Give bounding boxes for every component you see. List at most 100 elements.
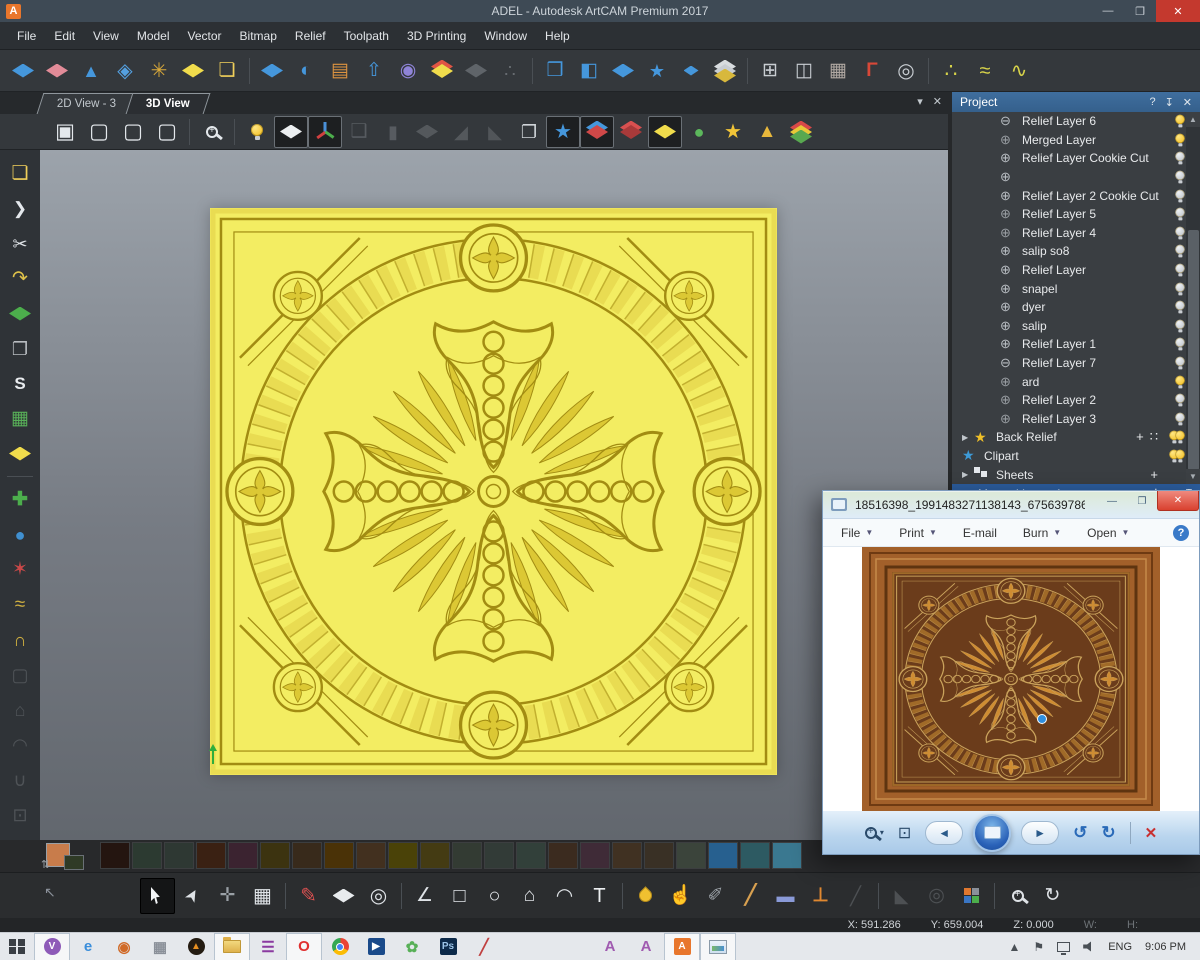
arc-tool[interactable]: ◠ <box>547 878 582 914</box>
tool-preview[interactable]: ◢ <box>444 116 478 148</box>
draft-layers[interactable] <box>784 116 818 148</box>
polygon-tool[interactable]: ⌂ <box>512 878 547 914</box>
view-isometric[interactable]: ▣ <box>48 116 82 148</box>
flatten-relief[interactable] <box>606 55 640 87</box>
taskbar-atube[interactable]: ▲ <box>178 933 214 960</box>
tree-row-relief-layer-7[interactable]: ⊖ Relief Layer 7 <box>952 354 1186 373</box>
transform-tool[interactable]: ✛ <box>210 878 245 914</box>
visibility-bulbs[interactable] <box>1164 206 1186 222</box>
taskbar-opera[interactable]: O <box>286 932 322 960</box>
visibility-bulbs[interactable] <box>1164 355 1186 371</box>
tree-row-relief-layer-2-cookie-cut[interactable]: ⊕ Relief Layer 2 Cookie Cut <box>952 186 1186 205</box>
visibility-bulbs[interactable] <box>1164 299 1186 315</box>
pv-next-button[interactable]: ► <box>1021 820 1060 845</box>
ellipse-tool[interactable]: ○ <box>477 878 512 914</box>
palette-swatch[interactable] <box>676 842 706 869</box>
taskbar-artcam[interactable]: A <box>664 932 700 960</box>
calculate-relief[interactable]: ❒ <box>538 55 572 87</box>
tree-row-relief-layer[interactable]: ⊕ Relief Layer <box>952 261 1186 280</box>
palette-swatch[interactable] <box>324 842 354 869</box>
scrollbar-up-icon[interactable]: ▲ <box>1186 112 1200 127</box>
eraser-block-tool[interactable]: ▬ <box>768 878 803 914</box>
bulb-icon[interactable] <box>1175 338 1185 351</box>
tray-language[interactable]: ENG <box>1108 941 1132 953</box>
taskbar-font-app-1[interactable]: A <box>592 933 628 960</box>
visibility-bulbs[interactable] <box>1164 429 1186 445</box>
texture-grid[interactable]: ▦ <box>3 401 37 436</box>
palette-swatch[interactable] <box>612 842 642 869</box>
distort-tool[interactable]: ▦ <box>245 878 280 914</box>
visibility-bulbs[interactable] <box>1164 262 1186 278</box>
visibility-bulbs[interactable] <box>1164 374 1186 390</box>
wrap-relief[interactable]: ◧ <box>572 55 606 87</box>
star-relief[interactable]: ★ <box>640 55 674 87</box>
visibility-bulbs[interactable] <box>1164 336 1186 352</box>
pv-fit-button[interactable]: ⊡ <box>898 823 911 843</box>
extrude-domes[interactable]: ∩ <box>3 622 37 657</box>
tree-row-snapel[interactable]: ⊕ snapel <box>952 279 1186 298</box>
menu-help[interactable]: Help <box>536 22 579 50</box>
taskbar-viber[interactable]: V <box>34 932 70 960</box>
set-model-size[interactable]: ⊞ <box>753 55 787 87</box>
arc-shape[interactable]: ◠ <box>3 727 37 762</box>
bulb-icon[interactable] <box>1175 375 1185 389</box>
show-relief-layers[interactable] <box>580 115 614 148</box>
visibility-bulbs[interactable] <box>1164 318 1186 334</box>
menu-bitmap[interactable]: Bitmap <box>231 22 286 50</box>
bulb-icon[interactable] <box>1175 412 1185 426</box>
bulb-icon[interactable] <box>1175 356 1185 370</box>
palette-swatch[interactable] <box>708 842 738 869</box>
menu-vector[interactable]: Vector <box>179 22 231 50</box>
photo-viewer-help-icon[interactable]: ? <box>1173 524 1189 541</box>
rectangle-tool[interactable]: □ <box>442 878 477 914</box>
tree-row-extras[interactable]: + <box>1150 467 1158 482</box>
viewport-3d[interactable] <box>40 150 948 840</box>
pv-slideshow-button[interactable] <box>973 813 1012 852</box>
palette-swatch[interactable] <box>516 842 546 869</box>
visibility-bulbs[interactable] <box>1164 188 1186 204</box>
mirror-relief[interactable]: ◐ <box>289 55 323 87</box>
import-3d-model[interactable]: ◈ <box>108 55 142 87</box>
pv-zoom-button[interactable]: ▾ <box>864 826 884 839</box>
menu-relief[interactable]: Relief <box>286 22 335 50</box>
visibility-bulbs[interactable] <box>1164 392 1186 408</box>
palette-swatch[interactable] <box>420 842 450 869</box>
tree-expand-icon[interactable]: ▶ <box>962 470 974 479</box>
bulb-icon[interactable] <box>1175 152 1185 165</box>
photo-viewer-titlebar[interactable]: 18516398_1991483271138143_675639786... —… <box>823 491 1199 519</box>
scrollbar-thumb[interactable] <box>1187 230 1199 470</box>
show-clipart[interactable]: ● <box>682 116 716 148</box>
pv-rotate-cw-button[interactable]: ↻ <box>1101 823 1115 843</box>
taskbar-photo-viewer[interactable] <box>700 932 736 960</box>
polyline-tool[interactable]: ∠ <box>407 878 442 914</box>
visibility-bulbs[interactable] <box>1164 113 1186 129</box>
sculpt-curve[interactable]: ↷ <box>3 261 37 296</box>
visibility-bulbs[interactable] <box>1164 411 1186 427</box>
palette-swatch[interactable] <box>356 842 386 869</box>
visibility-bulbs[interactable] <box>1164 243 1186 259</box>
new-model[interactable] <box>6 55 40 87</box>
pv-menu-open[interactable]: Open ▼ <box>1087 526 1129 540</box>
smudge-tool[interactable]: ☝ <box>663 878 698 914</box>
light-material[interactable]: Γ <box>855 55 889 87</box>
bulb-icon[interactable] <box>1175 114 1185 128</box>
pv-maximize-button[interactable]: ❐ <box>1127 491 1157 511</box>
palette-swatch[interactable] <box>580 842 610 869</box>
view-close-icon[interactable]: ✕ <box>933 95 942 108</box>
knife-tool[interactable]: ╱ <box>838 878 873 914</box>
tree-row-relief-layer-2[interactable]: ⊕ Relief Layer 2 <box>952 391 1186 410</box>
pv-previous-button[interactable]: ◄ <box>925 820 964 845</box>
titlebar[interactable]: A ADEL - Autodesk ArtCAM Premium 2017 — ❐… <box>0 0 1200 22</box>
export-colors[interactable] <box>954 878 989 914</box>
open-model[interactable] <box>40 55 74 87</box>
taskbar-photoshop[interactable]: Ps <box>430 933 466 960</box>
tree-row[interactable]: ⊕ <box>952 168 1186 187</box>
palette-swatch[interactable] <box>292 842 322 869</box>
taskbar-blue-app[interactable]: ▶ <box>358 933 394 960</box>
draw-origin-axes[interactable] <box>308 115 342 148</box>
find-vectors[interactable]: ★ <box>716 116 750 148</box>
tree-row-relief-layer-4[interactable]: ⊕ Relief Layer 4 <box>952 224 1186 243</box>
toggle-light[interactable] <box>240 116 274 148</box>
transfer-vectors[interactable]: ❯ <box>3 191 37 226</box>
relief-from-image[interactable]: ▲ <box>74 55 108 87</box>
